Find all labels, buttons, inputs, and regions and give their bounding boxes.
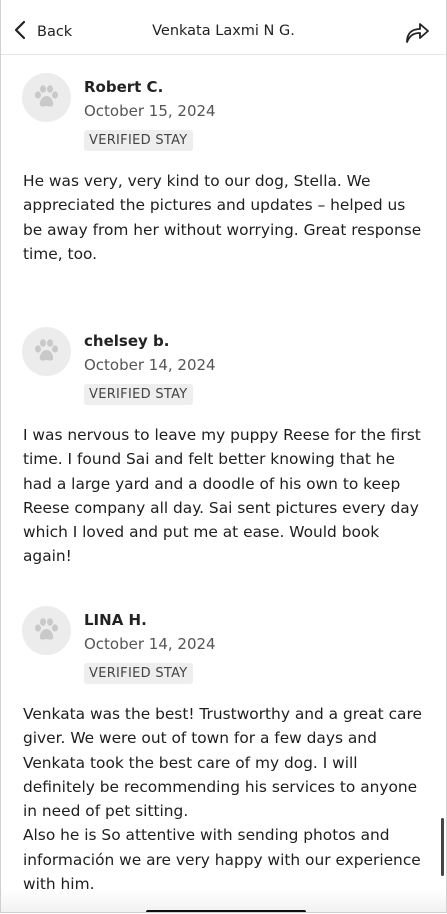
review-date: October 14, 2024 bbox=[84, 635, 216, 653]
scrollbar-thumb[interactable] bbox=[441, 818, 444, 876]
review-text: He was very, very kind to our dog, Stell… bbox=[23, 172, 422, 263]
share-button[interactable] bbox=[404, 19, 430, 45]
verified-stay-badge: VERIFIED STAY bbox=[84, 663, 193, 684]
page-title: Venkata Laxmi N G. bbox=[152, 23, 295, 39]
avatar bbox=[22, 606, 71, 655]
home-indicator bbox=[146, 910, 306, 912]
reviewer-name: chelsey b. bbox=[84, 332, 170, 350]
review-item: chelsey b. October 14, 2024 VERIFIED STA… bbox=[1, 309, 446, 588]
review-item: Robert C. October 15, 2024 VERIFIED STAY… bbox=[1, 55, 446, 309]
reviews-list: Robert C. October 15, 2024 VERIFIED STAY… bbox=[1, 55, 446, 896]
avatar bbox=[22, 327, 71, 376]
reviewer-name: LINA H. bbox=[84, 611, 147, 629]
avatar bbox=[22, 73, 71, 122]
share-arrow-icon bbox=[404, 23, 430, 49]
verified-stay-badge: VERIFIED STAY bbox=[84, 130, 193, 151]
verified-stay-badge: VERIFIED STAY bbox=[84, 384, 193, 405]
review-date: October 15, 2024 bbox=[84, 102, 216, 120]
bottom-fade bbox=[1, 890, 446, 912]
review-date: October 14, 2024 bbox=[84, 356, 216, 374]
reviewer-name: Robert C. bbox=[84, 78, 164, 96]
review-text: Venkata was the best! Trustworthy and a … bbox=[23, 705, 422, 894]
phone-screen: Back Venkata Laxmi N G. Robert C. Octobe… bbox=[0, 0, 447, 913]
top-nav-bar: Back Venkata Laxmi N G. bbox=[1, 0, 446, 55]
review-item: LINA H. October 14, 2024 VERIFIED STAY V… bbox=[1, 588, 446, 896]
review-text: I was nervous to leave my puppy Reese fo… bbox=[23, 426, 421, 566]
